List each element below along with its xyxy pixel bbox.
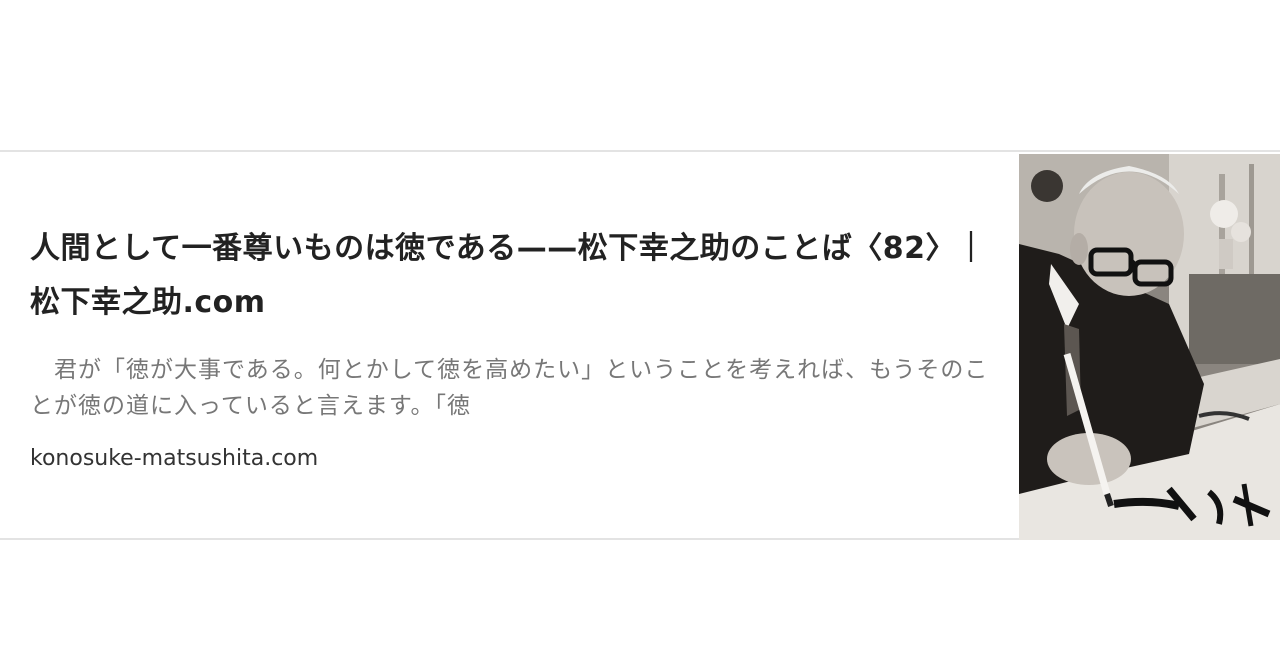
link-card-title: 人間として一番尊いものは徳である——松下幸之助のことば〈82〉｜松下幸之助.co…: [30, 231, 987, 320]
link-card-text: 人間として一番尊いものは徳である——松下幸之助のことば〈82〉｜松下幸之助.co…: [30, 222, 990, 474]
link-card[interactable]: 人間として一番尊いものは徳である——松下幸之助のことば〈82〉｜松下幸之助.co…: [0, 150, 1280, 540]
link-card-domain: konosuke-matsushita.com: [30, 446, 319, 471]
photo-calligraphy-portrait: [1019, 154, 1280, 540]
thumbnail-image: [1019, 154, 1280, 540]
link-card-description: 君が「徳が大事である。何とかして徳を高めたい」ということを考えれば、もうそのこと…: [30, 357, 989, 419]
